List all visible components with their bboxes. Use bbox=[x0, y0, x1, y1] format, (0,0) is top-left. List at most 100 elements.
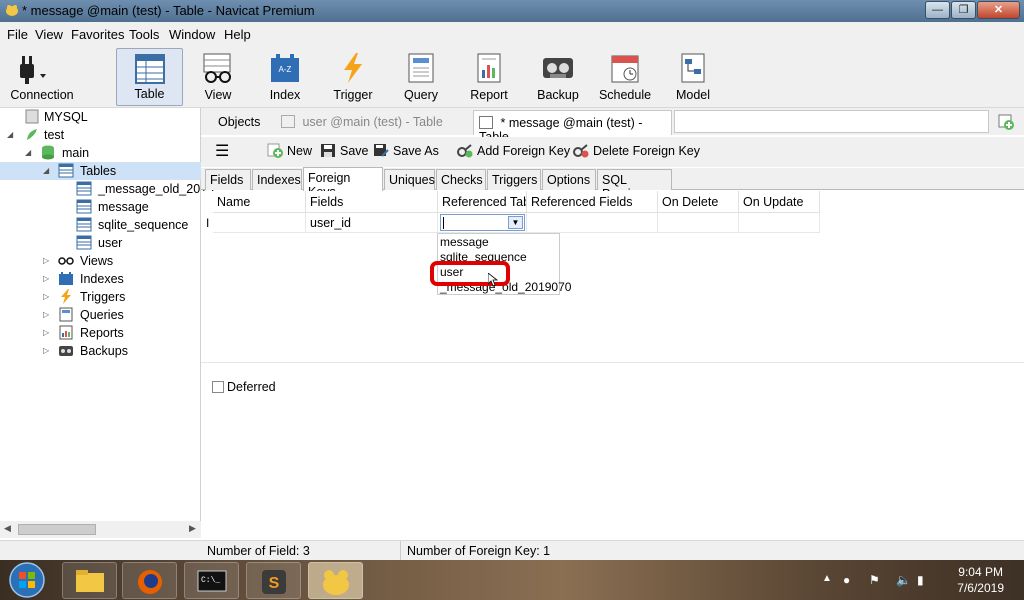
save-as-button[interactable]: Save As bbox=[373, 143, 439, 161]
scrollbar-thumb[interactable] bbox=[18, 524, 96, 535]
taskbar-firefox[interactable] bbox=[122, 562, 177, 599]
cell-on-update[interactable] bbox=[739, 213, 820, 233]
referenced-table-combobox[interactable]: ▼ bbox=[440, 214, 525, 231]
query-button[interactable]: Query bbox=[397, 48, 445, 106]
view-button[interactable]: View bbox=[192, 48, 244, 106]
collapse-arrow-icon[interactable]: ◢ bbox=[25, 148, 31, 157]
menu-tools[interactable]: Tools bbox=[129, 27, 159, 42]
show-hidden-icons-icon[interactable]: ▲ bbox=[822, 573, 832, 584]
menu-view[interactable]: View bbox=[35, 27, 63, 42]
scroll-right-arrow-icon[interactable]: ▶ bbox=[189, 523, 196, 534]
tree-node-indexes[interactable]: ▷ Indexes bbox=[0, 270, 201, 288]
tab-message-table[interactable]: * message @main (test) - Table bbox=[473, 110, 672, 144]
column-header-name[interactable]: Name bbox=[213, 191, 306, 213]
maximize-button[interactable]: ❐ bbox=[951, 1, 976, 19]
delete-foreign-key-button[interactable]: Delete Foreign Key bbox=[573, 143, 700, 161]
expand-arrow-icon[interactable]: ▷ bbox=[43, 292, 49, 301]
volume-icon[interactable]: 🔈 bbox=[896, 573, 911, 587]
query-icon bbox=[408, 53, 434, 83]
backup-button[interactable]: Backup bbox=[532, 48, 584, 106]
tree-node-queries[interactable]: ▷ Queries bbox=[0, 306, 201, 324]
network-signal-icon[interactable]: ▮ bbox=[917, 573, 924, 587]
minimize-button[interactable]: — bbox=[925, 1, 950, 19]
tree-node-mysql[interactable]: MYSQL bbox=[0, 108, 201, 126]
dropdown-option[interactable]: message bbox=[440, 235, 489, 249]
navicat-app-icon bbox=[323, 570, 349, 595]
add-tab-icon[interactable] bbox=[997, 113, 1015, 131]
tab-user-table[interactable]: user @main (test) - Table bbox=[277, 110, 472, 135]
taskbar-sublime-text[interactable]: S bbox=[246, 562, 301, 599]
column-header-on-update[interactable]: On Update bbox=[739, 191, 820, 213]
column-header-referenced-fields[interactable]: Referenced Fields bbox=[527, 191, 658, 213]
tree-horizontal-scrollbar[interactable]: ◀ ▶ bbox=[0, 521, 201, 538]
column-header-fields[interactable]: Fields bbox=[306, 191, 438, 213]
system-clock[interactable]: 9:04 PM 7/6/2019 bbox=[957, 564, 1004, 596]
expand-arrow-icon[interactable]: ▷ bbox=[43, 274, 49, 283]
menu-file[interactable]: File bbox=[7, 27, 28, 42]
new-button[interactable]: New bbox=[267, 143, 312, 161]
menu-window[interactable]: Window bbox=[169, 27, 215, 42]
report-button[interactable]: Report bbox=[465, 48, 513, 106]
tree-node-main[interactable]: ◢ main bbox=[0, 144, 201, 162]
tray-app-icon[interactable]: ● bbox=[843, 573, 850, 587]
tray-flag-icon[interactable]: ⚑ bbox=[869, 573, 880, 587]
table-icon bbox=[76, 181, 92, 196]
save-button[interactable]: Save bbox=[320, 143, 369, 161]
cell-on-delete[interactable] bbox=[658, 213, 739, 233]
tree-table-item[interactable]: sqlite_sequence bbox=[0, 216, 201, 234]
collapse-arrow-icon[interactable]: ◢ bbox=[43, 166, 49, 175]
trigger-button[interactable]: Trigger bbox=[326, 48, 380, 106]
taskbar-file-explorer[interactable] bbox=[62, 562, 117, 599]
tree-node-reports[interactable]: ▷ Reports bbox=[0, 324, 201, 342]
hamburger-menu-icon[interactable]: ☰ bbox=[215, 141, 229, 160]
close-button[interactable]: ✕ bbox=[977, 1, 1020, 19]
tab-sql-preview[interactable]: SQL Preview bbox=[597, 169, 672, 201]
tab-fields[interactable]: Fields bbox=[205, 169, 251, 190]
expand-arrow-icon[interactable]: ▷ bbox=[43, 346, 49, 355]
dropdown-arrow-icon[interactable]: ▼ bbox=[508, 216, 523, 229]
schedule-button[interactable]: Schedule bbox=[597, 48, 653, 106]
tree-table-item[interactable]: user bbox=[0, 234, 201, 252]
deferred-checkbox[interactable] bbox=[212, 381, 224, 393]
index-button[interactable]: A-Z Index bbox=[259, 48, 311, 106]
column-header-referenced-table[interactable]: Referenced Table bbox=[438, 191, 527, 213]
tab-uniques[interactable]: Uniques bbox=[384, 169, 435, 190]
expand-arrow-icon[interactable]: ▷ bbox=[43, 310, 49, 319]
tab-indexes[interactable]: Indexes bbox=[252, 169, 302, 190]
tree-table-item[interactable]: _message_old_2019 bbox=[0, 180, 214, 198]
tree-node-triggers[interactable]: ▷ Triggers bbox=[0, 288, 201, 306]
expand-arrow-icon[interactable]: ▷ bbox=[43, 328, 49, 337]
cell-name[interactable] bbox=[213, 213, 306, 233]
tab-foreign-keys[interactable]: Foreign Keys bbox=[303, 167, 383, 199]
connection-button[interactable]: Connection bbox=[4, 48, 80, 106]
tree-node-test[interactable]: ◢ test bbox=[0, 126, 201, 144]
model-label: Model bbox=[675, 88, 711, 102]
scroll-left-arrow-icon[interactable]: ◀ bbox=[4, 523, 11, 534]
tree-node-backups[interactable]: ▷ Backups bbox=[0, 342, 201, 360]
tree-node-views[interactable]: ▷ Views bbox=[0, 252, 201, 270]
taskbar-command-prompt[interactable]: C:\_ bbox=[184, 562, 239, 599]
menu-help[interactable]: Help bbox=[224, 27, 251, 42]
tree-node-tables[interactable]: ◢ Tables bbox=[0, 162, 201, 180]
expand-arrow-icon[interactable]: ▷ bbox=[43, 256, 49, 265]
table-label: Table bbox=[134, 87, 165, 101]
tree-table-item[interactable]: message bbox=[0, 198, 201, 216]
cell-referenced-table[interactable]: ▼ bbox=[438, 213, 527, 233]
add-foreign-key-button[interactable]: Add Foreign Key bbox=[457, 143, 570, 161]
taskbar-navicat[interactable] bbox=[308, 562, 363, 599]
windows-taskbar: C:\_ S ▲ ● ⚑ 🔈 ▮ 9:04 PM 7/6/2019 bbox=[0, 560, 1024, 600]
plug-icon bbox=[20, 56, 46, 84]
cell-referenced-fields[interactable] bbox=[527, 213, 658, 233]
tab-options[interactable]: Options bbox=[542, 169, 596, 190]
menu-favorites[interactable]: Favorites bbox=[71, 27, 124, 42]
cell-fields[interactable]: user_id bbox=[306, 213, 438, 233]
model-button[interactable]: Model bbox=[670, 48, 716, 106]
tab-checks[interactable]: Checks bbox=[436, 169, 486, 190]
start-button-icon[interactable] bbox=[6, 561, 48, 599]
tab-triggers[interactable]: Triggers bbox=[487, 169, 541, 190]
table-button[interactable]: Table bbox=[116, 48, 183, 106]
tab-objects[interactable]: Objects bbox=[207, 110, 277, 135]
collapse-arrow-icon[interactable]: ◢ bbox=[7, 130, 13, 139]
report-icon bbox=[477, 53, 501, 83]
column-header-on-delete[interactable]: On Delete bbox=[658, 191, 739, 213]
